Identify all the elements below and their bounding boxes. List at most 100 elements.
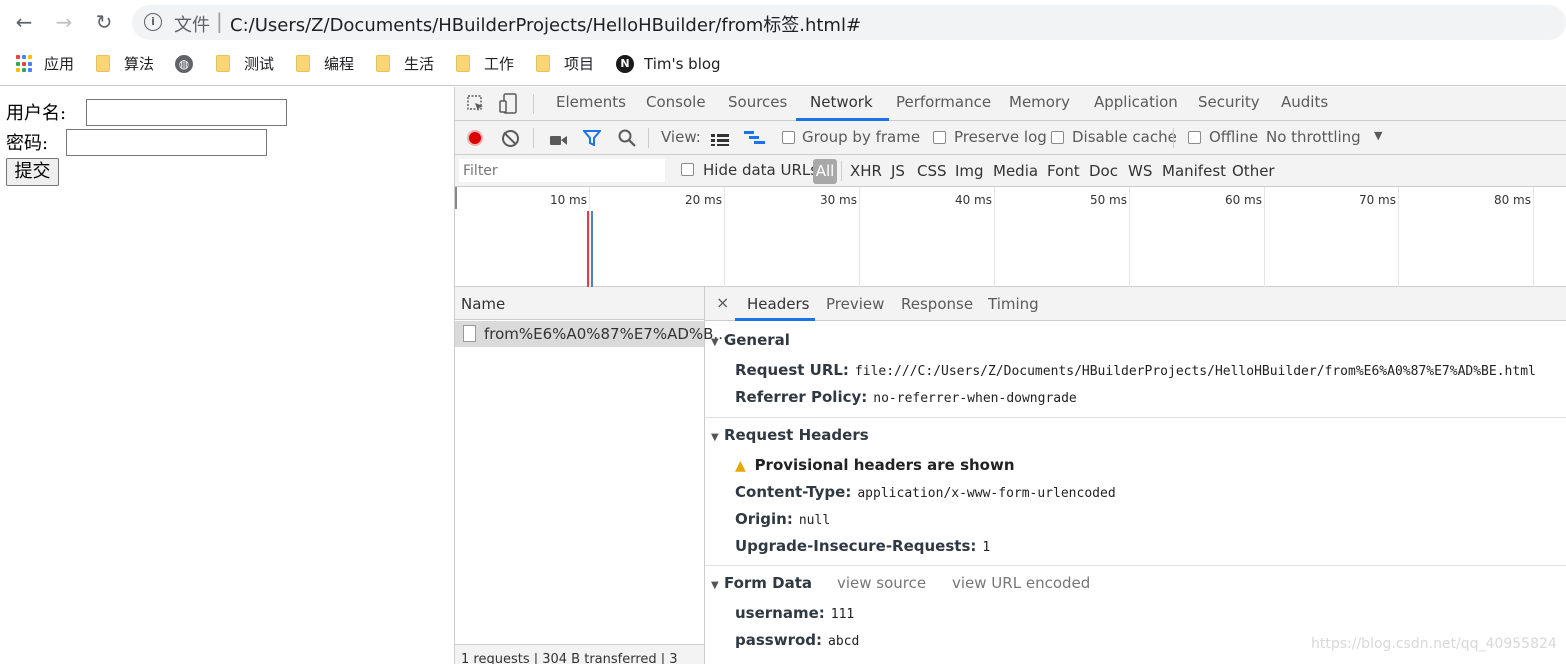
bookmark-folder-project[interactable]: 项目	[536, 54, 596, 76]
filter-input[interactable]	[459, 159, 665, 182]
tab-application[interactable]: Application	[1094, 93, 1178, 111]
view-url-encoded-link[interactable]: view URL encoded	[952, 574, 1090, 592]
info-icon[interactable]: i	[144, 13, 162, 31]
toolbar-divider	[841, 161, 842, 181]
general-title: General	[723, 331, 790, 349]
form-data-row: passwrod: abcd	[735, 631, 859, 649]
disable-cache-checkbox[interactable]	[1051, 131, 1064, 144]
form-data-section-header[interactable]: ▼ Form Data	[711, 574, 812, 592]
tab-audits[interactable]: Audits	[1281, 93, 1328, 111]
forward-arrow-icon[interactable]: →	[52, 10, 76, 34]
preserve-log-checkbox[interactable]	[933, 131, 946, 144]
watermark: https://blog.csdn.net/qq_40955824	[1311, 636, 1557, 652]
timeline-tick-label: 20 ms	[684, 193, 722, 207]
bookmark-folder-algorithm[interactable]: 算法	[96, 54, 156, 76]
clear-icon[interactable]	[502, 130, 519, 147]
form-key: passwrod:	[735, 631, 823, 649]
timeline-tick-label: 30 ms	[819, 193, 857, 207]
tab-console[interactable]: Console	[646, 93, 706, 111]
form-value: 111	[830, 607, 855, 622]
view-source-link[interactable]: view source	[837, 574, 926, 592]
type-filter-manifest[interactable]: Manifest	[1162, 162, 1226, 180]
group-by-frame-checkbox[interactable]	[782, 131, 795, 144]
type-filter-js[interactable]: JS	[891, 162, 905, 180]
timeline-overview[interactable]: 10 ms 20 ms 30 ms 40 ms 50 ms 60 ms 70 m…	[455, 187, 1566, 287]
type-filter-other[interactable]: Other	[1232, 162, 1275, 180]
type-filter-css[interactable]: CSS	[917, 162, 947, 180]
request-row[interactable]: from%E6%A0%87%E7%AD%B...	[455, 321, 728, 347]
large-rows-icon[interactable]	[711, 132, 729, 146]
tab-memory[interactable]: Memory	[1009, 93, 1070, 111]
timeline-tick-label: 80 ms	[1493, 193, 1531, 207]
request-headers-section-header[interactable]: ▼ Request Headers	[711, 426, 869, 444]
request-header-row: Content-Type: application/x-www-form-urle…	[735, 483, 1116, 501]
timeline-start-handle[interactable]	[455, 187, 457, 209]
tab-network[interactable]: Network	[810, 93, 873, 111]
bookmark-folder-work[interactable]: 工作	[456, 54, 516, 76]
tab-elements[interactable]: Elements	[556, 93, 626, 111]
tab-performance[interactable]: Performance	[896, 93, 991, 111]
bookmark-apps[interactable]: 应用	[16, 54, 78, 76]
type-filter-doc[interactable]: Doc	[1089, 162, 1118, 180]
type-filter-all[interactable]: All	[813, 159, 837, 184]
request-detail: × Headers Preview Response Timing ▼ Gene…	[705, 287, 1566, 664]
tab-timing[interactable]: Timing	[988, 295, 1039, 313]
request-header-row: Upgrade-Insecure-Requests: 1	[735, 537, 990, 555]
tab-sources[interactable]: Sources	[728, 93, 787, 111]
back-arrow-icon[interactable]: ←	[12, 10, 36, 34]
inspect-element-icon[interactable]	[467, 95, 485, 113]
request-url-row: Request URL: file:///C:/Users/Z/Documents…	[735, 361, 1536, 379]
submit-button[interactable]: 提交	[6, 158, 59, 186]
status-bar: 1 requests | 304 B transferred | 3	[455, 644, 704, 664]
general-section-header[interactable]: ▼ General	[711, 331, 790, 349]
bookmark-folder-test[interactable]: 测试	[216, 54, 276, 76]
bookmark-folder-life[interactable]: 生活	[376, 54, 436, 76]
request-headers-title: Request Headers	[723, 426, 869, 444]
address-bar[interactable]: i 文件 | C:/Users/Z/Documents/HBuilderProj…	[132, 5, 1566, 40]
bookmarks-bar: 应用 算法 ◍ 测试 编程 生活 工作 项目 N Tim's blog	[0, 44, 1566, 86]
offline-checkbox[interactable]	[1188, 131, 1201, 144]
type-filter-font[interactable]: Font	[1047, 162, 1080, 180]
header-value: application/x-www-form-urlencoded	[857, 486, 1116, 501]
type-filter-ws[interactable]: WS	[1128, 162, 1152, 180]
view-label: View:	[661, 128, 701, 146]
record-icon[interactable]	[467, 130, 483, 146]
device-toolbar-icon[interactable]	[499, 93, 519, 115]
reload-icon[interactable]: ↻	[92, 10, 116, 34]
password-input[interactable]	[66, 129, 267, 156]
header-key: Content-Type:	[735, 483, 852, 501]
capture-screenshots-icon[interactable]	[550, 132, 567, 145]
tab-headers[interactable]: Headers	[747, 295, 809, 313]
waterfall-overview-icon[interactable]	[744, 131, 766, 145]
tab-security[interactable]: Security	[1198, 93, 1260, 111]
filter-icon[interactable]	[581, 130, 603, 147]
bookmark-folder-programming[interactable]: 编程	[296, 54, 356, 76]
close-icon[interactable]: ×	[716, 293, 729, 312]
chevron-down-icon[interactable]: ▼	[1374, 129, 1382, 142]
bookmark-globe[interactable]: ◍	[175, 54, 197, 76]
password-label: 密码:	[6, 133, 49, 154]
hide-data-urls-checkbox[interactable]	[681, 163, 694, 176]
type-filter-media[interactable]: Media	[993, 162, 1038, 180]
username-input[interactable]	[86, 99, 287, 126]
search-icon[interactable]	[618, 129, 636, 147]
folder-icon	[376, 55, 390, 72]
active-tab-indicator	[735, 318, 815, 321]
bookmark-tims-blog[interactable]: N Tim's blog	[616, 54, 726, 76]
header-value: null	[798, 513, 831, 528]
scheme-separator: |	[216, 9, 223, 33]
type-filter-xhr[interactable]: XHR	[850, 162, 882, 180]
name-column-header[interactable]: Name	[461, 295, 505, 313]
tab-response[interactable]: Response	[901, 295, 973, 313]
triangle-down-icon: ▼	[711, 432, 719, 443]
toolbar-divider	[648, 128, 649, 148]
throttling-select[interactable]: No throttling	[1266, 128, 1361, 146]
load-event-marker	[587, 211, 589, 287]
header-key: Referrer Policy:	[735, 388, 868, 406]
type-filter-img[interactable]: Img	[955, 162, 984, 180]
apps-grid-icon	[16, 55, 34, 73]
toolbar-divider	[1173, 128, 1174, 148]
url-text[interactable]: C:/Users/Z/Documents/HBuilderProjects/He…	[230, 11, 861, 37]
folder-icon	[296, 55, 310, 72]
tab-preview[interactable]: Preview	[826, 295, 884, 313]
